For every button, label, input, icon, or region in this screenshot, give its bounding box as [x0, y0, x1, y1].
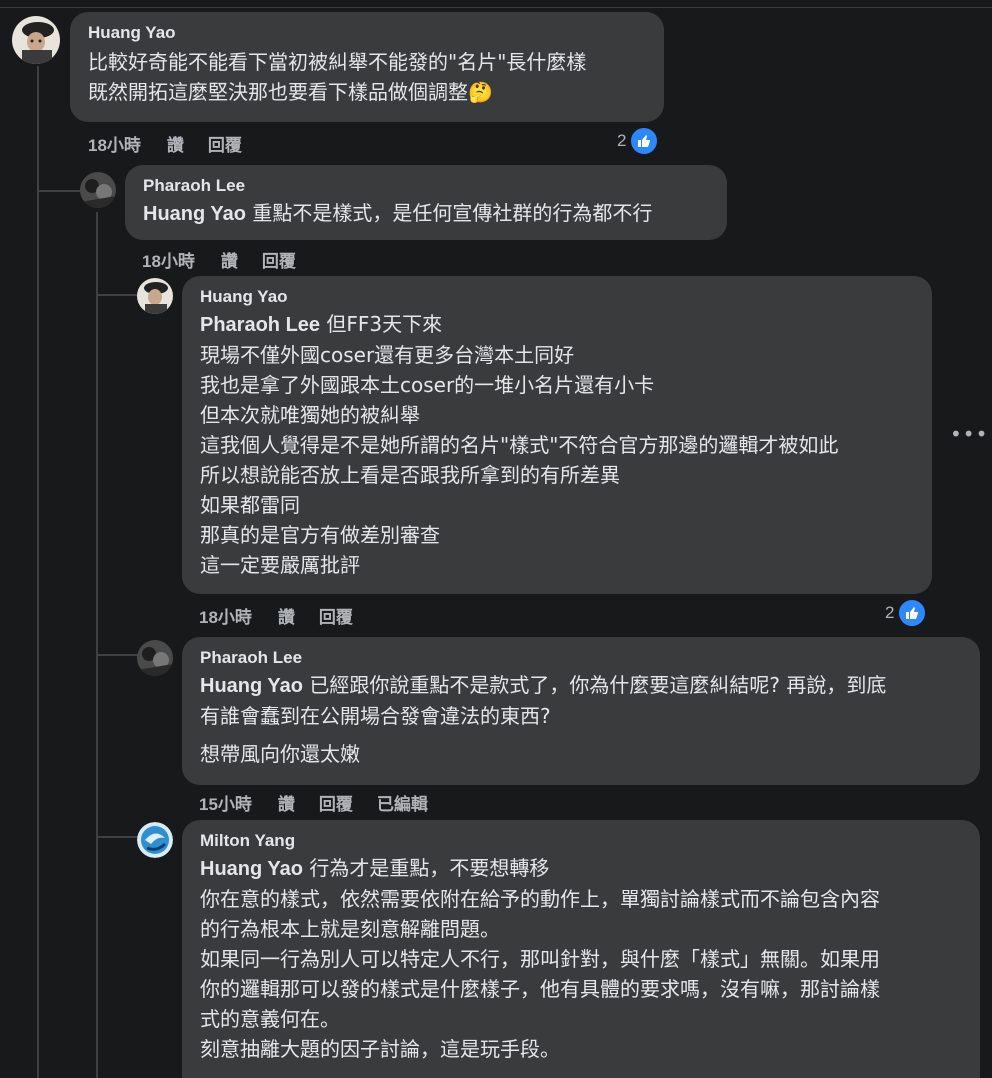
reply-button[interactable]: 回覆	[262, 252, 296, 271]
reply-button[interactable]: 回覆	[319, 795, 353, 814]
comment-author[interactable]: Huang Yao	[88, 22, 648, 44]
comment-text-line: Pharaoh Lee 但FF3天下來	[200, 309, 916, 340]
comment-text-line: 的行為根本上就是刻意解離問題。	[200, 917, 500, 941]
thread-connector-2	[96, 294, 138, 296]
avatar[interactable]	[137, 278, 173, 314]
like-button[interactable]: 讚	[278, 795, 295, 814]
comment-text-line: 你的邏輯那可以發的樣式是什麼樣子，他有具體的要求嗎，沒有嘛，那討論樣	[200, 977, 880, 1001]
comment-text-line: 如果都雷同	[200, 493, 300, 517]
mention-link[interactable]: Pharaoh Lee	[200, 314, 320, 336]
like-button[interactable]: 讚	[167, 136, 184, 155]
mention-link[interactable]: Huang Yao	[200, 675, 303, 697]
reply-button[interactable]: 回覆	[319, 608, 353, 627]
comment-author[interactable]: Pharaoh Lee	[200, 647, 964, 669]
comment-text-line: 那真的是官方有做差別審查	[200, 523, 440, 547]
thread-line-sub	[96, 212, 98, 1078]
comment-author[interactable]: Milton Yang	[200, 830, 964, 852]
comment-text-line: Huang Yao 行為才是重點，不要想轉移	[200, 853, 964, 884]
comment-text-line: 如果同一行為別人可以特定人不行，那叫針對，與什麼「樣式」無關。如果用	[200, 947, 880, 971]
top-divider	[0, 0, 992, 8]
comment-actions: 18小時 讚 回覆	[88, 131, 266, 156]
thread-connector-1	[37, 190, 83, 192]
reaction-count[interactable]: 2	[885, 598, 928, 628]
comment-author[interactable]: Pharaoh Lee	[143, 175, 711, 197]
like-button[interactable]: 讚	[278, 608, 295, 627]
comment-bubble: Huang Yao Pharaoh Lee 但FF3天下來 現場不僅外國cose…	[182, 276, 932, 594]
comment-author[interactable]: Huang Yao	[200, 286, 916, 308]
avatar[interactable]	[12, 16, 60, 64]
avatar[interactable]	[80, 172, 116, 208]
thread-line-main	[37, 66, 39, 1078]
comment-bubble: Pharaoh Lee Huang Yao 重點不是樣式，是任何宣傳社群的行為都…	[125, 165, 727, 240]
comment-bubble: Huang Yao 比較好奇能不能看下當初被糾舉不能發的"名片"長什麼樣 既然開…	[70, 12, 664, 122]
comment-text-line: Huang Yao 重點不是樣式，是任何宣傳社群的行為都不行	[143, 198, 711, 229]
thread-connector-3	[96, 654, 138, 656]
comment-bubble: Milton Yang Huang Yao 行為才是重點，不要想轉移 你在意的樣…	[182, 820, 980, 1078]
reaction-number: 2	[617, 131, 627, 150]
comment-text-line: Huang Yao 已經跟你說重點不是款式了，你為什麼要這麼糾結呢? 再說，到底	[200, 670, 964, 701]
comment-bubble: Pharaoh Lee Huang Yao 已經跟你說重點不是款式了，你為什麼要…	[182, 637, 980, 785]
avatar[interactable]	[137, 822, 173, 858]
comment-text: 行為才是重點，不要想轉移	[303, 856, 550, 880]
thread-connector-4	[96, 836, 138, 838]
comment-text-line: 想帶風向你還太嫩	[200, 742, 360, 766]
edited-label: 已編輯	[376, 795, 428, 814]
comment-text-line: 刻意抽離大題的因子討論，這是玩手段。	[200, 1037, 560, 1061]
comment-text-line: 現場不僅外國coser還有更多台灣本土同好	[200, 343, 575, 367]
comment-text: 但FF3天下來	[320, 312, 443, 336]
comment-text: 重點不是樣式，是任何宣傳社群的行為都不行	[246, 201, 653, 225]
comment-text: 已經跟你說重點不是款式了，你為什麼要這麼糾結呢? 再說，到底	[303, 673, 887, 697]
comment-actions: 15小時 讚 回覆 已編輯	[199, 790, 452, 815]
more-options-icon[interactable]: •••	[950, 422, 988, 446]
timestamp[interactable]: 15小時	[199, 795, 252, 814]
comment-text-line: 但本次就唯獨她的被糾舉	[200, 403, 420, 427]
comment-text-line: 你在意的樣式，依然需要依附在給予的動作上，單獨討論樣式而不論包含內容	[200, 887, 880, 911]
comment-text-line: 既然開拓這麼堅決那也要看下樣品做個調整🤔	[88, 80, 493, 104]
timestamp[interactable]: 18小時	[199, 608, 252, 627]
avatar[interactable]	[137, 640, 173, 676]
comment-actions: 18小時 讚 回覆	[142, 247, 320, 272]
like-thumb-icon	[629, 126, 660, 156]
reaction-count[interactable]: 2	[617, 126, 660, 156]
timestamp[interactable]: 18小時	[88, 136, 141, 155]
comment-text-line: 比較好奇能不能看下當初被糾舉不能發的"名片"長什麼樣	[88, 50, 587, 74]
comment-text-line: 有誰會蠢到在公開場合發會違法的東西?	[200, 704, 551, 728]
comment-text-line: 這一定要嚴厲批評	[200, 553, 360, 577]
like-button[interactable]: 讚	[221, 252, 238, 271]
reaction-number: 2	[885, 603, 895, 622]
comment-text-line: 所以想說能否放上看是否跟我所拿到的有所差異	[200, 463, 620, 487]
mention-link[interactable]: Huang Yao	[143, 203, 246, 225]
comment-actions: 18小時 讚 回覆	[199, 603, 377, 628]
comment-text-line: 式的意義何在。	[200, 1007, 340, 1031]
timestamp[interactable]: 18小時	[142, 252, 195, 271]
comment-text-line: 我也是拿了外國跟本土coser的一堆小名片還有小卡	[200, 373, 655, 397]
like-thumb-icon	[897, 598, 928, 628]
comment-text-line: 這我個人覺得是不是她所謂的名片"樣式"不符合官方那邊的邏輯才被如此	[200, 433, 839, 457]
mention-link[interactable]: Huang Yao	[200, 858, 303, 880]
reply-button[interactable]: 回覆	[208, 136, 242, 155]
